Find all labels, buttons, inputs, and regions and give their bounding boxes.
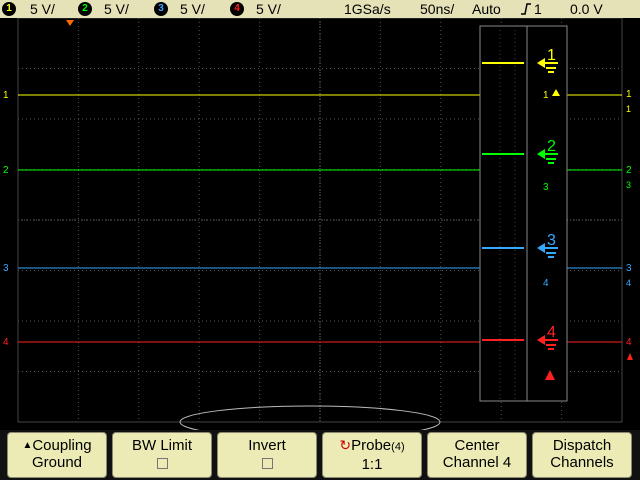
coupling-softkey[interactable]: ▲Coupling Ground bbox=[7, 432, 107, 478]
bw-limit-softkey[interactable]: BW Limit bbox=[112, 432, 212, 478]
trigger-position-marker[interactable] bbox=[66, 20, 74, 26]
coupling-value: Ground bbox=[31, 454, 83, 471]
trigger-level: 0.0 V bbox=[570, 1, 603, 17]
rising-edge-icon bbox=[521, 3, 531, 15]
channel-4-badge: 4 bbox=[230, 2, 244, 16]
svg-text:4: 4 bbox=[543, 278, 549, 289]
channel-1-badge: 1 bbox=[2, 2, 16, 16]
bw-limit-checkbox-icon bbox=[156, 458, 168, 469]
center-value: Channel 4 bbox=[442, 454, 512, 471]
center-softkey[interactable]: Center Channel 4 bbox=[427, 432, 527, 478]
channel-2-badge: 2 bbox=[78, 2, 92, 16]
trigger-source: 1 bbox=[534, 1, 542, 17]
svg-text:3: 3 bbox=[626, 180, 631, 190]
invert-checkbox-icon bbox=[261, 458, 273, 469]
dispatch-value: Channels bbox=[550, 454, 614, 471]
svg-text:2: 2 bbox=[3, 165, 9, 176]
dispatch-softkey[interactable]: Dispatch Channels bbox=[532, 432, 632, 478]
waveform-display: 1 2 3 4 1 1 2 3 3 4 4 1 1 2 3 3 4 4 bbox=[0, 17, 640, 439]
invert-softkey[interactable]: Invert bbox=[217, 432, 317, 478]
level-marker-right-4[interactable]: 4 bbox=[626, 337, 633, 360]
timebase: 50ns/ bbox=[420, 1, 455, 17]
ground-marker-4[interactable]: 4 bbox=[3, 337, 9, 348]
probe-badge: (4) bbox=[391, 441, 405, 453]
status-bar: 1 5 V/ 2 5 V/ 3 5 V/ 4 5 V/ 1GSa/s 50ns/… bbox=[0, 0, 640, 18]
graticule: 1 2 3 4 1 1 2 3 3 4 4 1 1 2 3 3 4 4 bbox=[3, 17, 633, 439]
ground-marker-1[interactable]: 1 bbox=[3, 90, 9, 101]
level-marker-right-1[interactable]: 1 1 bbox=[626, 89, 632, 114]
svg-text:2: 2 bbox=[626, 165, 632, 176]
channel-3-scale: 5 V/ bbox=[180, 1, 205, 17]
invert-label: Invert bbox=[248, 437, 286, 454]
svg-text:4: 4 bbox=[3, 337, 9, 348]
ground-marker-2[interactable]: 2 bbox=[3, 165, 9, 176]
softkey-highlight-ellipse bbox=[179, 405, 441, 439]
svg-text:1: 1 bbox=[547, 47, 556, 64]
svg-text:4: 4 bbox=[626, 337, 632, 348]
svg-text:1: 1 bbox=[543, 90, 549, 101]
softkey-bar: ▲Coupling Ground BW Limit Invert ↻Probe(… bbox=[0, 430, 640, 480]
channel-2-scale: 5 V/ bbox=[104, 1, 129, 17]
channel-4-scale: 5 V/ bbox=[256, 1, 281, 17]
channel-3-badge: 3 bbox=[154, 2, 168, 16]
svg-text:4: 4 bbox=[626, 278, 631, 288]
ground-marker-3[interactable]: 3 bbox=[3, 263, 9, 274]
center-label: Center bbox=[454, 437, 500, 454]
level-marker-right-3[interactable]: 3 4 bbox=[626, 263, 632, 288]
svg-text:1: 1 bbox=[626, 104, 631, 114]
trigger-mode: Auto bbox=[472, 1, 501, 17]
probe-softkey[interactable]: ↻Probe(4) 1:1 bbox=[322, 432, 422, 478]
svg-text:3: 3 bbox=[543, 182, 549, 193]
svg-text:1: 1 bbox=[626, 89, 632, 100]
svg-text:3: 3 bbox=[3, 263, 9, 274]
svg-text:2: 2 bbox=[547, 138, 556, 155]
channel-zoom-window: 1 1 2 3 3 4 4 bbox=[479, 25, 568, 402]
svg-text:1: 1 bbox=[3, 90, 9, 101]
menu-up-icon: ▲ bbox=[22, 440, 33, 451]
channel-1-scale: 5 V/ bbox=[30, 1, 55, 17]
svg-text:3: 3 bbox=[626, 263, 632, 274]
probe-value: 1:1 bbox=[361, 456, 383, 473]
svg-text:4: 4 bbox=[547, 324, 556, 341]
dispatch-label: Dispatch bbox=[552, 437, 612, 454]
rotate-knob-icon: ↻ bbox=[339, 437, 352, 453]
level-marker-right-2[interactable]: 2 3 bbox=[626, 165, 632, 190]
sample-rate: 1GSa/s bbox=[344, 1, 391, 17]
svg-text:3: 3 bbox=[547, 232, 556, 249]
bw-limit-label: BW Limit bbox=[132, 437, 192, 454]
